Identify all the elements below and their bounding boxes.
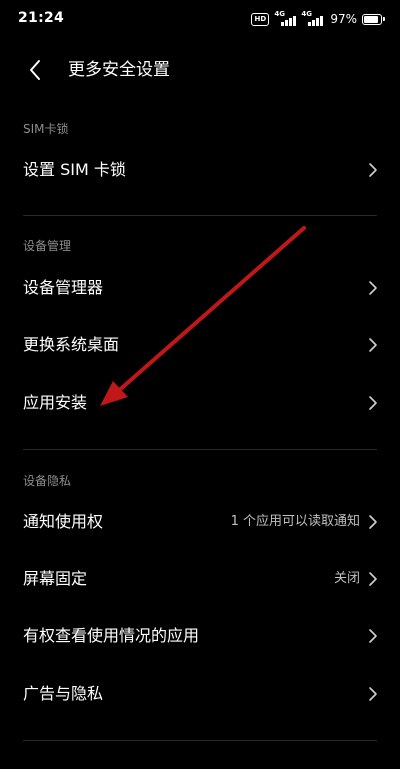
row-screen-pinning[interactable]: 屏幕固定 关闭 bbox=[0, 551, 400, 607]
hd-voice-icon: HD bbox=[251, 12, 270, 26]
row-label: 设备管理器 bbox=[23, 278, 104, 297]
row-label: 应用安装 bbox=[23, 393, 88, 412]
row-label: 有权查看使用情况的应用 bbox=[23, 626, 200, 645]
page-header: 更多安全设置 bbox=[0, 46, 400, 94]
row-label: 通知使用权 bbox=[23, 512, 104, 531]
chevron-right-icon bbox=[368, 628, 378, 644]
sim2-signal-icon: 4G bbox=[301, 10, 323, 26]
chevron-right-icon bbox=[368, 571, 378, 587]
section-header-device-privacy: 设备隐私 bbox=[23, 474, 72, 488]
battery-percent: 97% bbox=[330, 12, 357, 26]
battery-icon bbox=[362, 13, 385, 25]
page-title: 更多安全设置 bbox=[68, 60, 170, 80]
section-divider bbox=[23, 740, 377, 741]
row-usage-access-apps[interactable]: 有权查看使用情况的应用 bbox=[0, 608, 400, 664]
chevron-right-icon bbox=[368, 280, 378, 296]
row-label: 广告与隐私 bbox=[23, 684, 104, 703]
row-ads-privacy[interactable]: 广告与隐私 bbox=[0, 666, 400, 722]
row-label: 屏幕固定 bbox=[23, 569, 88, 588]
section-header-device-management: 设备管理 bbox=[23, 239, 72, 253]
row-change-launcher[interactable]: 更换系统桌面 bbox=[0, 317, 400, 373]
section-divider bbox=[23, 449, 377, 450]
row-value: 关闭 bbox=[333, 571, 360, 586]
sim1-signal-icon: 4G bbox=[274, 10, 296, 26]
section-divider bbox=[23, 215, 377, 216]
chevron-right-icon bbox=[368, 686, 378, 702]
chevron-right-icon bbox=[368, 162, 378, 178]
chevron-right-icon bbox=[368, 337, 378, 353]
section-header-sim-lock: SIM卡锁 bbox=[23, 122, 69, 136]
row-app-install[interactable]: 应用安装 bbox=[0, 375, 400, 431]
row-value: 1 个应用可以读取通知 bbox=[230, 514, 360, 529]
status-icons: HD 4G 4G 97% bbox=[251, 10, 385, 27]
row-set-sim-lock[interactable]: 设置 SIM 卡锁 bbox=[0, 142, 400, 198]
chevron-right-icon bbox=[368, 514, 378, 530]
row-notification-access[interactable]: 通知使用权 1 个应用可以读取通知 bbox=[0, 494, 400, 550]
status-time: 21:24 bbox=[18, 10, 65, 26]
status-bar: 21:24 HD 4G 4G 97% bbox=[0, 0, 400, 38]
row-label: 设置 SIM 卡锁 bbox=[23, 160, 126, 179]
chevron-left-icon[interactable] bbox=[24, 58, 48, 82]
row-label: 更换系统桌面 bbox=[23, 335, 120, 354]
row-device-manager[interactable]: 设备管理器 bbox=[0, 260, 400, 316]
chevron-right-icon bbox=[368, 395, 378, 411]
